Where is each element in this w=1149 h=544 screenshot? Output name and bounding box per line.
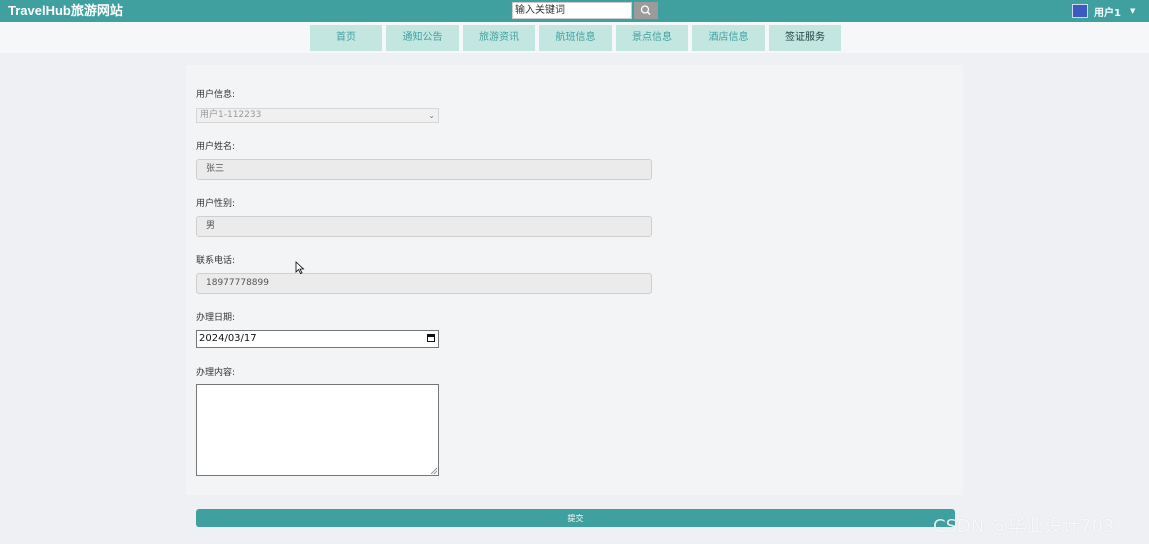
- search-button[interactable]: [634, 2, 658, 19]
- user-menu[interactable]: 用户1 ▼: [1072, 2, 1135, 20]
- caret-down-icon: ▼: [1129, 7, 1136, 15]
- nav-item-attractions[interactable]: 景点信息: [616, 25, 688, 51]
- name-field[interactable]: 张三: [196, 159, 652, 180]
- calendar-icon[interactable]: [427, 334, 435, 342]
- content-label: 办理内容:: [196, 368, 236, 378]
- phone-label: 联系电话:: [196, 256, 236, 266]
- user-info-label: 用户信息:: [196, 90, 236, 100]
- content-textarea[interactable]: [196, 384, 439, 476]
- nav-item-hotels[interactable]: 酒店信息: [692, 25, 765, 51]
- main-nav: 首页 通知公告 旅游资讯 航班信息 景点信息 酒店信息 签证服务: [0, 22, 1149, 53]
- nav-item-travel-news[interactable]: 旅游资讯: [463, 25, 535, 51]
- search-icon: [640, 5, 651, 15]
- user-info-value: 用户1-112233: [200, 110, 262, 120]
- date-value: 2024/03/17: [199, 333, 257, 344]
- nav-item-flights[interactable]: 航班信息: [539, 25, 612, 51]
- site-brand[interactable]: TravelHub旅游网站: [8, 3, 123, 19]
- top-bar: TravelHub旅游网站 用户1 ▼: [0, 0, 1149, 22]
- resize-handle[interactable]: [431, 468, 437, 474]
- avatar: [1072, 4, 1088, 18]
- gender-field[interactable]: 男: [196, 216, 652, 237]
- mouse-cursor-icon: [295, 261, 305, 274]
- search-input[interactable]: [512, 2, 632, 19]
- user-info-select[interactable]: 用户1-112233 ⌄: [196, 108, 439, 123]
- nav-item-visa[interactable]: 签证服务: [769, 25, 841, 51]
- date-input[interactable]: 2024/03/17: [196, 330, 439, 348]
- gender-label: 用户性别:: [196, 199, 236, 209]
- phone-field[interactable]: 18977778899: [196, 273, 652, 294]
- submit-button[interactable]: 提交: [196, 509, 955, 527]
- name-label: 用户姓名:: [196, 142, 236, 152]
- nav-item-notices[interactable]: 通知公告: [386, 25, 459, 51]
- chevron-down-icon: ⌄: [428, 111, 435, 120]
- nav-item-home[interactable]: 首页: [310, 25, 382, 51]
- user-name: 用户1: [1094, 7, 1121, 19]
- watermark: CSDN @毕业设计703: [933, 516, 1115, 537]
- date-label: 办理日期:: [196, 313, 236, 323]
